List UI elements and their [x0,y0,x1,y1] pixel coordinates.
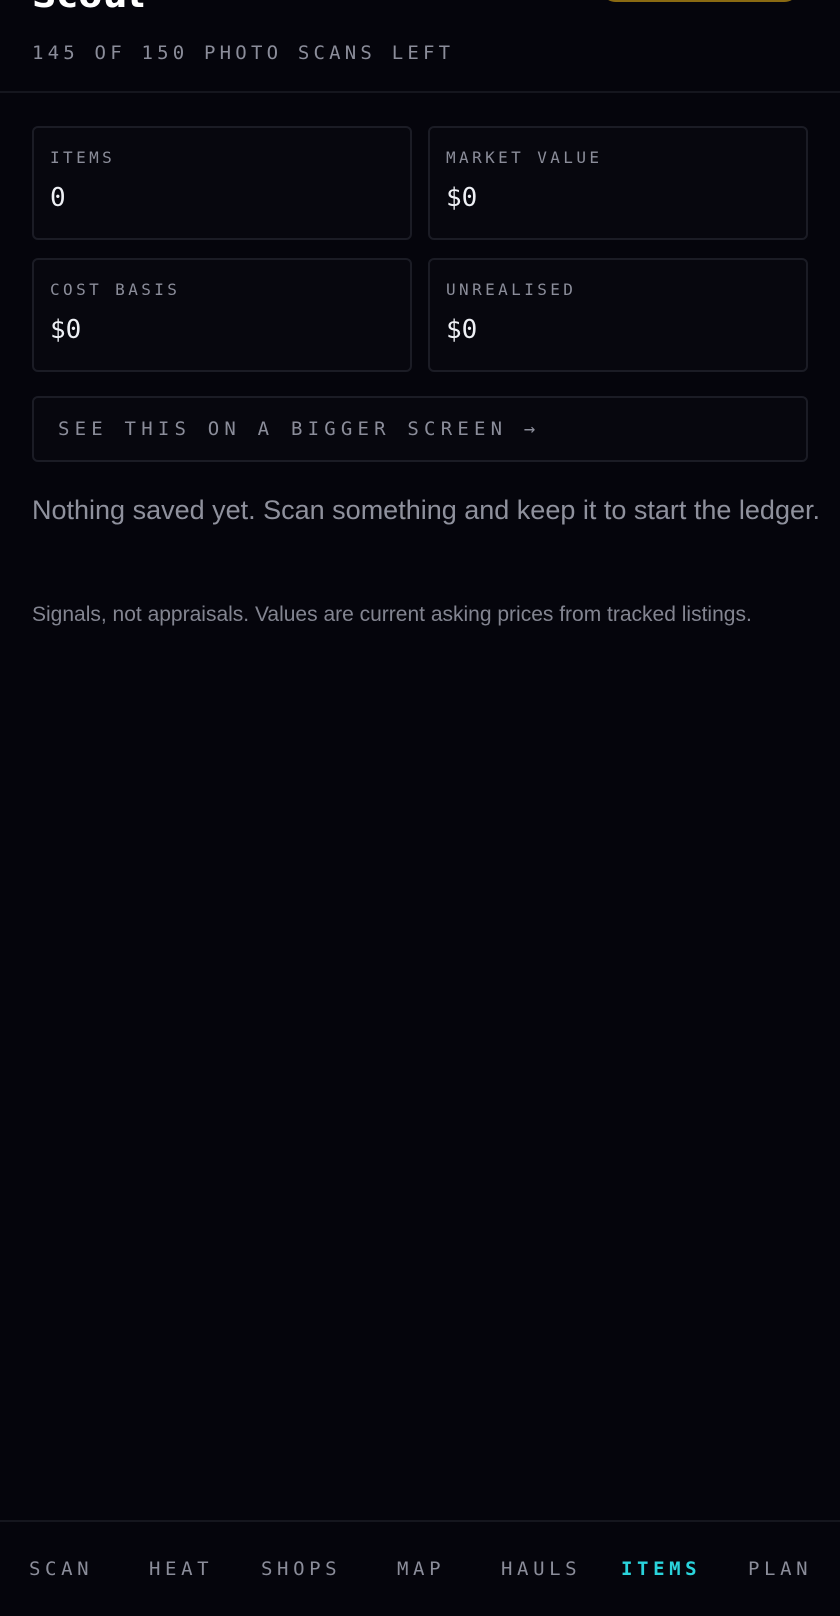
bottom-nav: SCAN HEAT SHOPS MAP HAULS ITEMS PLAN [0,1520,840,1616]
stat-card-cost-basis: COST BASIS $0 [32,258,412,372]
scans-remaining-counter: 145 OF 150 PHOTO SCANS LEFT [32,42,455,64]
stat-value: $0 [50,315,82,345]
nav-tab-heat[interactable]: HEAT [149,1558,213,1580]
nav-tab-scan[interactable]: SCAN [29,1558,93,1580]
stat-label: UNREALISED [446,280,577,299]
stat-card-market-value: MARKET VALUE $0 [428,126,808,240]
nav-tab-map[interactable]: MAP [397,1558,445,1580]
app-header: Scout 145 OF 150 PHOTO SCANS LEFT [0,0,840,93]
stat-value: $0 [446,315,478,345]
nav-tab-items[interactable]: ITEMS [621,1558,701,1580]
stat-label: ITEMS [50,148,116,167]
nav-tab-shops[interactable]: SHOPS [261,1558,341,1580]
bigger-screen-button[interactable]: SEE THIS ON A BIGGER SCREEN → [32,396,808,462]
stat-card-items: ITEMS 0 [32,126,412,240]
stat-value: $0 [446,183,478,213]
bigger-screen-label: SEE THIS ON A BIGGER SCREEN → [58,418,541,440]
stat-label: MARKET VALUE [446,148,603,167]
upgrade-pill-button[interactable] [600,0,800,2]
nav-tab-plan[interactable]: PLAN [748,1558,812,1580]
stat-value: 0 [50,183,66,213]
nav-tab-hauls[interactable]: HAULS [501,1558,581,1580]
stat-card-unrealised: UNREALISED $0 [428,258,808,372]
app-logo: Scout [32,0,145,14]
stat-label: COST BASIS [50,280,181,299]
empty-state-message: Nothing saved yet. Scan something and ke… [32,495,820,525]
values-disclaimer: Signals, not appraisals. Values are curr… [32,603,752,626]
